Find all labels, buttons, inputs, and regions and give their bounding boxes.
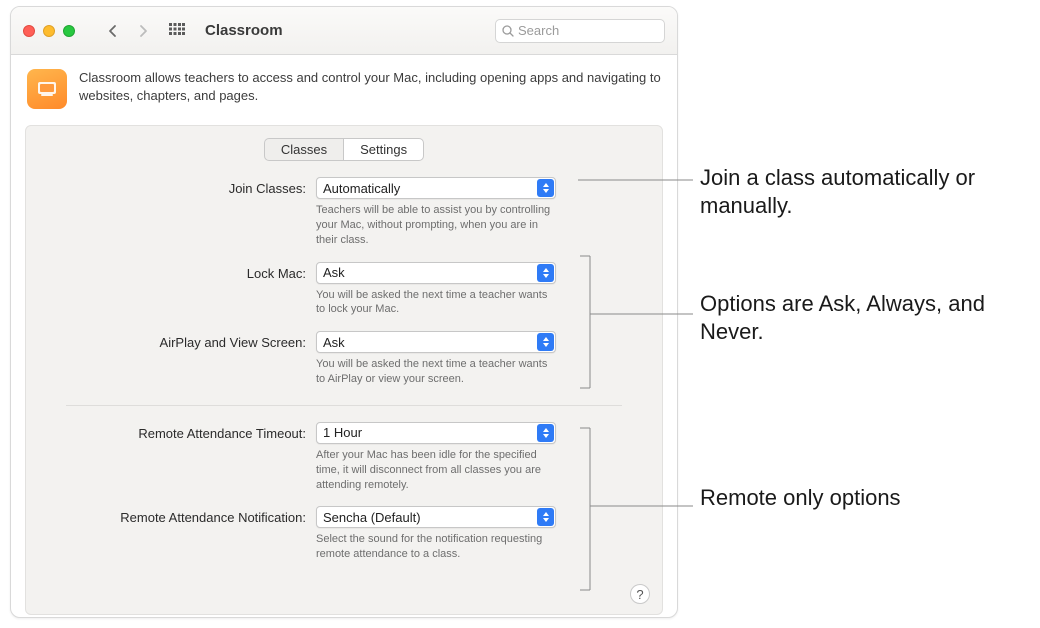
popup-arrows-icon <box>537 264 554 282</box>
tab-settings[interactable]: Settings <box>343 138 424 161</box>
remote-timeout-value: 1 Hour <box>323 425 362 440</box>
remote-notification-label: Remote Attendance Notification: <box>66 506 316 525</box>
close-window-button[interactable] <box>23 25 35 37</box>
pane-header: Classroom allows teachers to access and … <box>11 55 677 119</box>
join-classes-help: Teachers will be able to assist you by c… <box>316 203 556 248</box>
popup-arrows-icon <box>537 508 554 526</box>
search-icon <box>502 25 514 37</box>
join-classes-value: Automatically <box>323 181 400 196</box>
lock-mac-value: Ask <box>323 265 345 280</box>
search-placeholder: Search <box>518 23 559 38</box>
show-all-button[interactable] <box>163 17 191 45</box>
pane-description: Classroom allows teachers to access and … <box>79 69 661 109</box>
lock-mac-label: Lock Mac: <box>66 262 316 281</box>
remote-timeout-label: Remote Attendance Timeout: <box>66 422 316 441</box>
forward-button[interactable] <box>131 19 155 43</box>
titlebar: Classroom Search <box>11 7 677 55</box>
airplay-help: You will be asked the next time a teache… <box>316 357 556 387</box>
popup-arrows-icon <box>537 333 554 351</box>
window-title: Classroom <box>205 22 283 39</box>
back-button[interactable] <box>101 19 125 43</box>
remote-notification-popup[interactable]: Sencha (Default) <box>316 506 556 528</box>
search-field[interactable]: Search <box>495 19 665 43</box>
popup-arrows-icon <box>537 424 554 442</box>
tab-control: Classes Settings <box>264 138 424 161</box>
callout-remote: Remote only options <box>700 484 1020 512</box>
help-button[interactable]: ? <box>630 584 650 604</box>
airplay-popup[interactable]: Ask <box>316 331 556 353</box>
remote-timeout-popup[interactable]: 1 Hour <box>316 422 556 444</box>
join-classes-popup[interactable]: Automatically <box>316 177 556 199</box>
preferences-window: Classroom Search Classroom allows teache… <box>10 6 678 618</box>
join-classes-label: Join Classes: <box>66 177 316 196</box>
airplay-value: Ask <box>323 335 345 350</box>
window-controls <box>23 25 75 37</box>
airplay-label: AirPlay and View Screen: <box>66 331 316 350</box>
popup-arrows-icon <box>537 179 554 197</box>
callout-join: Join a class automatically or manually. <box>700 164 1020 219</box>
remote-notification-value: Sencha (Default) <box>323 510 421 525</box>
lock-mac-help: You will be asked the next time a teache… <box>316 288 556 318</box>
settings-panel: Classes Settings Join Classes: Automatic… <box>25 125 663 615</box>
lock-mac-popup[interactable]: Ask <box>316 262 556 284</box>
remote-timeout-help: After your Mac has been idle for the spe… <box>316 448 556 493</box>
callout-ask-options: Options are Ask, Always, and Never. <box>700 290 1020 345</box>
minimize-window-button[interactable] <box>43 25 55 37</box>
zoom-window-button[interactable] <box>63 25 75 37</box>
classroom-app-icon <box>27 69 67 109</box>
nav-buttons <box>101 19 155 43</box>
remote-notification-help: Select the sound for the notification re… <box>316 532 556 562</box>
settings-divider <box>66 405 622 406</box>
tab-classes[interactable]: Classes <box>264 138 343 161</box>
